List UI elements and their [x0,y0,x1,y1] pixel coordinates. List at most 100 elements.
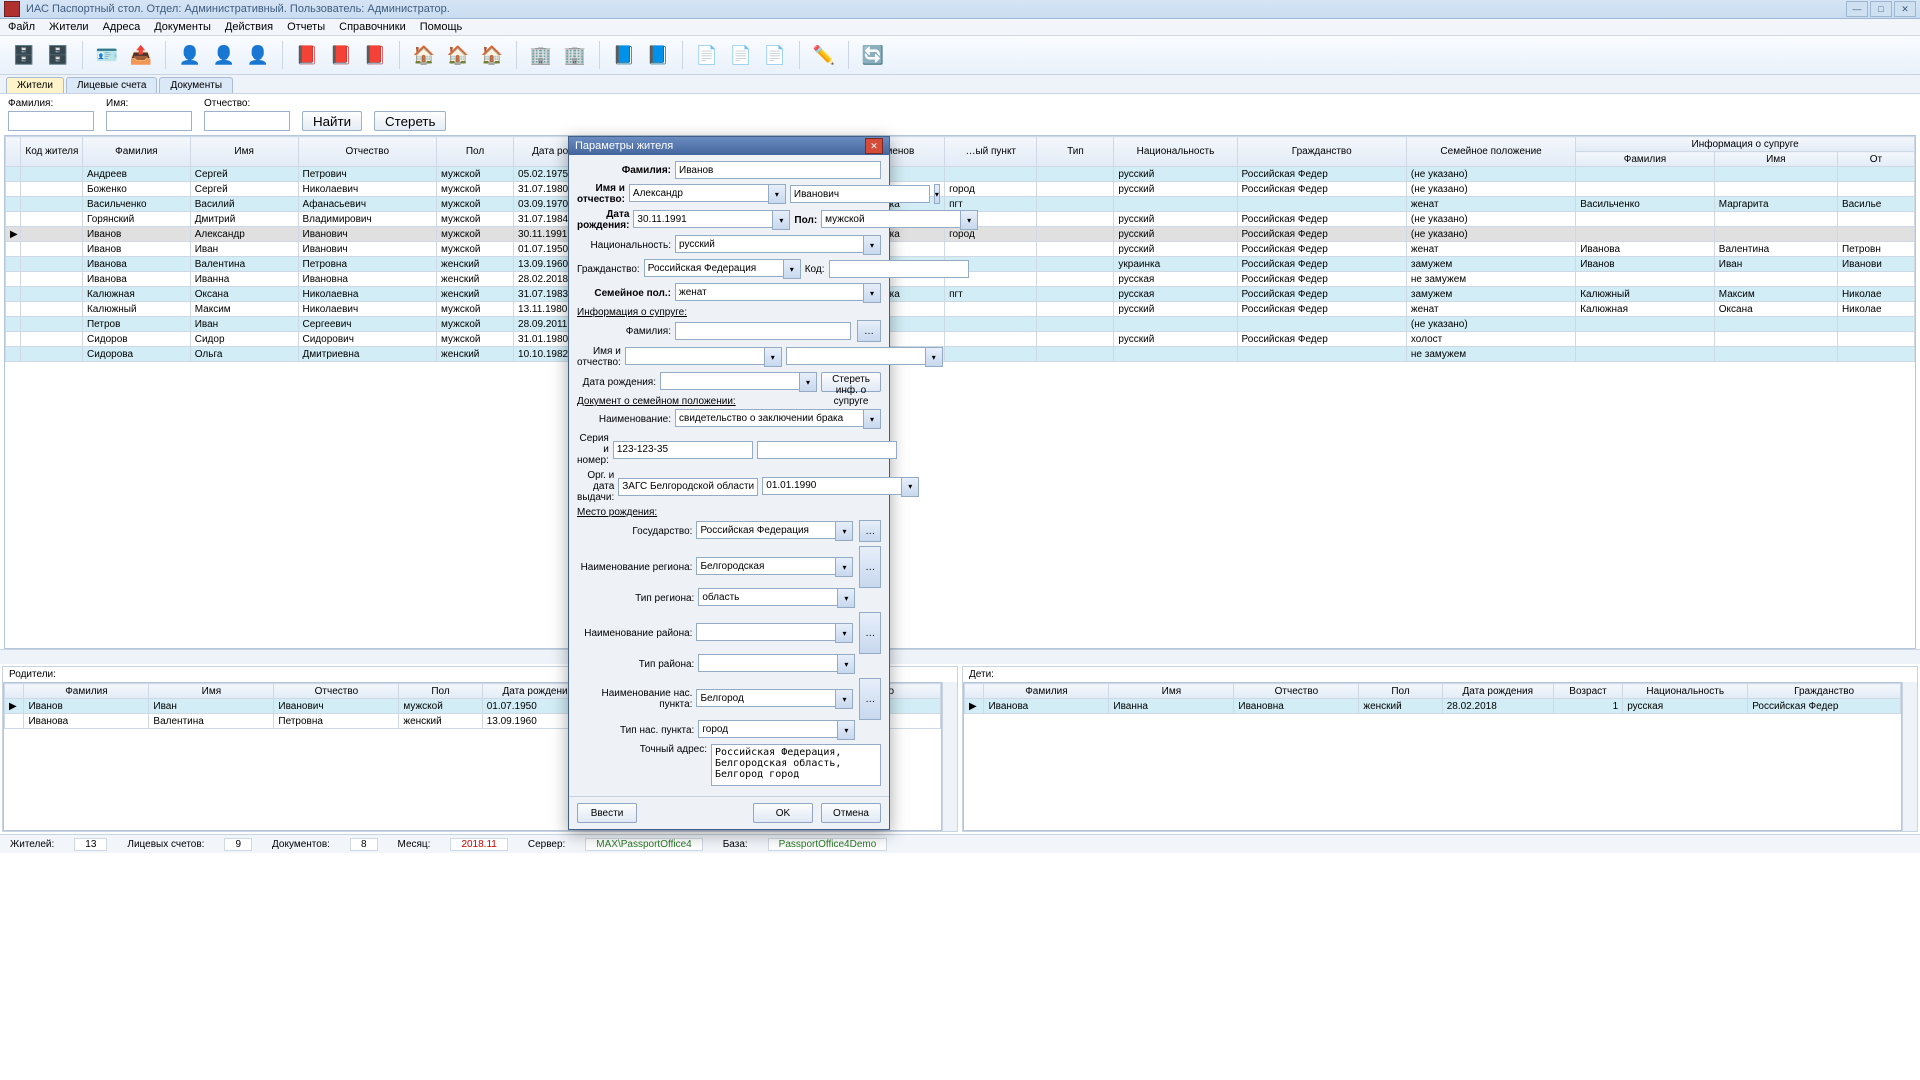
dd-loctype[interactable]: ▾ [837,720,855,740]
dd-sp-dob[interactable]: ▾ [799,372,817,392]
table-row[interactable]: КалюжнаяОксанаНиколаевнаженский31.07.198… [6,287,1915,302]
input-regtype[interactable] [698,588,837,606]
menu-residents[interactable]: Жители [49,21,89,33]
input-state[interactable] [696,521,835,539]
dd-disttype[interactable]: ▾ [837,654,855,674]
dd-sp-name[interactable]: ▾ [764,347,782,367]
card-export-icon[interactable]: 📤 [127,41,155,69]
book-add-icon[interactable]: 📘 [610,41,638,69]
input-marital[interactable] [675,283,863,301]
dd-patr[interactable]: ▾ [934,184,940,204]
dd-marital[interactable]: ▾ [863,283,881,303]
search-patr-input[interactable] [204,111,290,131]
input-sp-name[interactable] [625,347,764,365]
input-distname[interactable] [696,623,835,641]
table-row[interactable]: БоженкоСергейНиколаевичмужской31.07.1980… [6,182,1915,197]
dd-name[interactable]: ▾ [768,184,786,204]
search-name-input[interactable] [106,111,192,131]
table-row[interactable]: КалюжныйМаксимНиколаевичмужской13.11.198… [6,302,1915,317]
menu-reports[interactable]: Отчеты [287,21,325,33]
dd-cit[interactable]: ▾ [783,259,801,279]
menu-file[interactable]: Файл [8,21,35,33]
dd-sp-patr[interactable]: ▾ [925,347,943,367]
dd-nat[interactable]: ▾ [863,235,881,255]
input-patr[interactable] [790,185,930,203]
dd-regtype[interactable]: ▾ [837,588,855,608]
input-sex[interactable] [821,210,960,228]
btn-enter[interactable]: Ввести [577,803,637,823]
grid-hscroll[interactable] [0,649,1920,664]
dd-orgdate[interactable]: ▾ [901,477,919,497]
search-clear-button[interactable]: Стереть [374,111,446,131]
maximize-button[interactable]: □ [1870,1,1892,17]
children-vscroll[interactable] [1902,682,1917,831]
refresh-icon[interactable]: 🔄 [859,41,887,69]
doc-add-icon[interactable]: 📄 [693,41,721,69]
btn-district-lookup[interactable]: … [859,612,881,654]
btn-clear-spouse[interactable]: Стереть инф. о супруге [821,372,881,392]
dd-regname[interactable]: ▾ [835,557,853,577]
db-add-icon[interactable]: 🗄️ [10,41,38,69]
menu-addresses[interactable]: Адреса [103,21,141,33]
tab-documents[interactable]: Документы [159,77,233,93]
user-edit-icon[interactable]: 👤 [210,41,238,69]
dd-sex[interactable]: ▾ [960,210,978,230]
passport-remove-icon[interactable]: 📕 [361,41,389,69]
btn-ok[interactable]: OK [753,803,813,823]
close-button[interactable]: ✕ [1894,1,1916,17]
input-sp-patr[interactable] [786,347,925,365]
doc-edit-icon[interactable]: 📄 [727,41,755,69]
input-cit[interactable] [644,259,783,277]
btn-sp-fam-lookup[interactable]: … [857,320,881,342]
input-series[interactable] [613,441,753,459]
table-row[interactable]: СидороваОльгаДмитриевнаженский10.10.1982… [6,347,1915,362]
input-loctype[interactable] [698,720,837,738]
btn-region-lookup[interactable]: … [859,546,881,588]
tab-residents[interactable]: Жители [6,77,64,93]
input-number[interactable] [757,441,897,459]
input-disttype[interactable] [698,654,837,672]
dd-docname[interactable]: ▾ [863,409,881,429]
tab-accounts[interactable]: Лицевые счета [66,77,158,93]
input-nat[interactable] [675,235,863,253]
dd-dob[interactable]: ▾ [772,210,790,230]
menu-references[interactable]: Справочники [339,21,406,33]
parents-vscroll[interactable] [942,682,957,831]
input-name[interactable] [629,184,768,202]
children-grid[interactable]: ФамилияИмяОтчествоПолДата рожденияВозрас… [963,682,1902,831]
passport-add-icon[interactable]: 📕 [293,41,321,69]
input-orgdate[interactable] [762,477,901,495]
menu-documents[interactable]: Документы [154,21,211,33]
house-edit-icon[interactable]: 🏠 [444,41,472,69]
input-fam[interactable] [675,161,881,179]
edit-icon[interactable]: ✏️ [810,41,838,69]
table-row[interactable]: ▶ИвановаИваннаИвановнаженский28.02.20181… [965,699,1901,714]
input-exactaddr[interactable] [711,744,881,786]
user-add-icon[interactable]: 👤 [176,41,204,69]
book-remove-icon[interactable]: 📘 [644,41,672,69]
search-fam-input[interactable] [8,111,94,131]
dd-distname[interactable]: ▾ [835,623,853,643]
menu-help[interactable]: Помощь [420,21,463,33]
table-row[interactable]: ПетровИванСергеевичмужской28.09.20118(не… [6,317,1915,332]
db-remove-icon[interactable]: 🗄️ [44,41,72,69]
card-icon[interactable]: 🪪 [93,41,121,69]
table-row[interactable]: АндреевСергейПетровичмужской05.02.197544… [6,167,1915,182]
user-remove-icon[interactable]: 👤 [244,41,272,69]
minimize-button[interactable]: — [1846,1,1868,17]
input-sp-dob[interactable] [660,372,799,390]
dd-state[interactable]: ▾ [835,521,853,541]
house-add-icon[interactable]: 🏠 [410,41,438,69]
input-sp-fam[interactable] [675,322,851,340]
house-remove-icon[interactable]: 🏠 [478,41,506,69]
input-code[interactable] [829,260,969,278]
input-locname[interactable] [696,689,835,707]
dialog-close-button[interactable]: ✕ [865,138,883,154]
input-dob[interactable] [633,210,772,228]
menu-actions[interactable]: Действия [225,21,273,33]
table-row[interactable]: ИвановИванИвановичмужской01.07.195069Укр… [6,242,1915,257]
input-docname[interactable] [675,409,863,427]
input-regname[interactable] [696,557,835,575]
search-find-button[interactable]: Найти [302,111,362,131]
btn-state-lookup[interactable]: … [859,520,881,542]
